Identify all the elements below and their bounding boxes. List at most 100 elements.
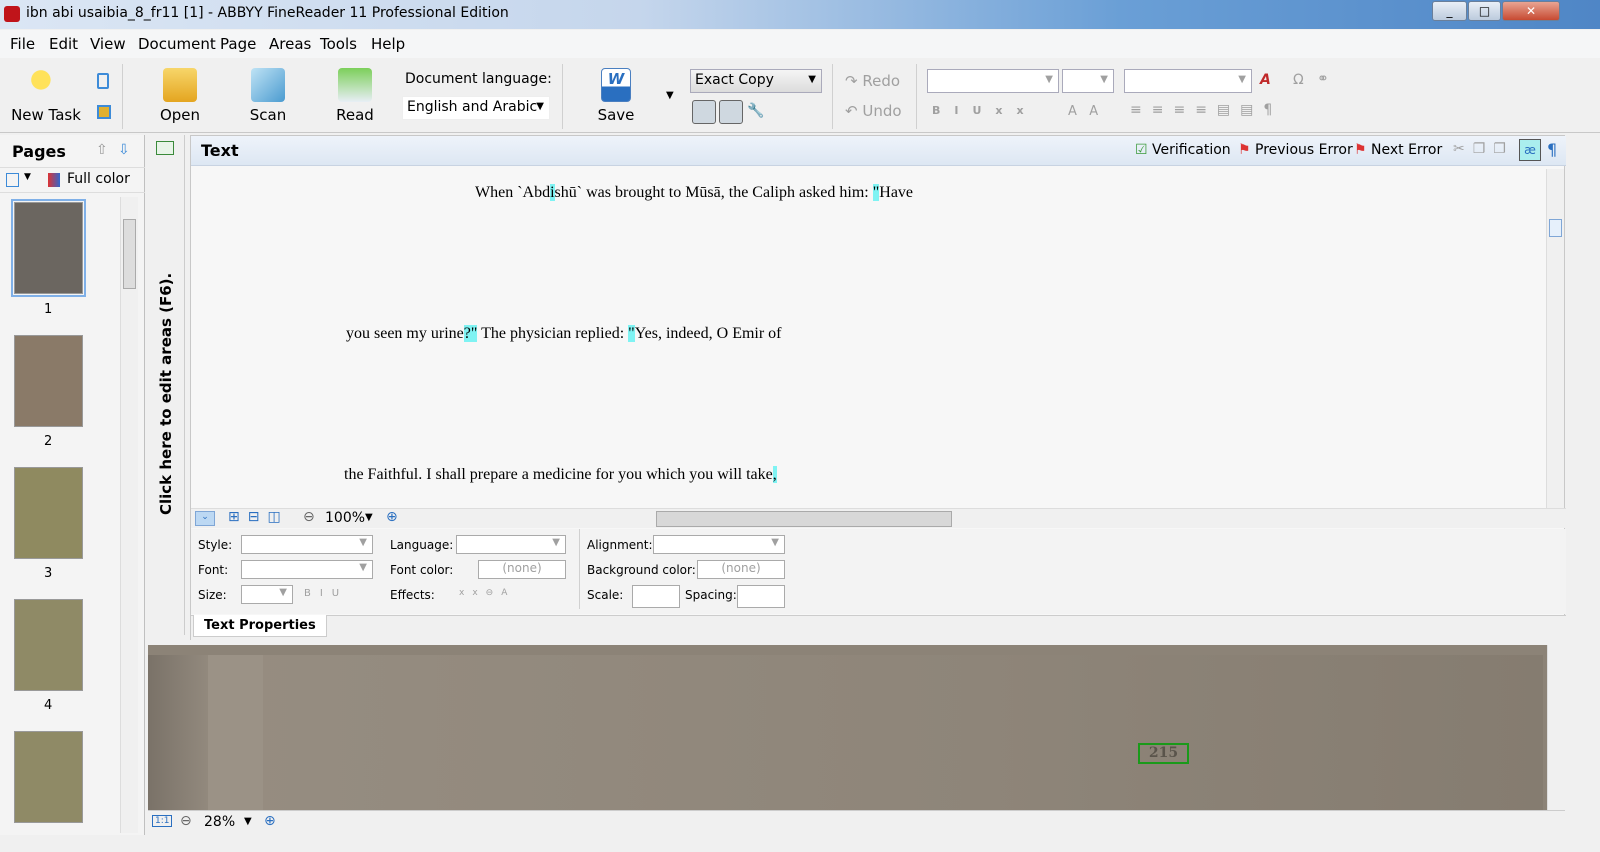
clipboard-buttons[interactable]: ✂❐❐ (1453, 141, 1514, 157)
new-page-icon[interactable] (97, 73, 109, 89)
redo-label: Redo (862, 72, 901, 90)
link-icon[interactable]: ⚭ (1317, 71, 1329, 87)
zoom-in-icon[interactable]: ⊕ (264, 813, 276, 829)
pilcrow-icon[interactable]: ¶ (1547, 140, 1557, 159)
menu-document[interactable]: Document (138, 35, 216, 53)
edit-areas-hint[interactable]: Click here to edit areas (F6). (157, 273, 175, 515)
undo-button[interactable]: ↶ Undo (845, 102, 902, 120)
move-down-icon[interactable]: ⇩ (118, 142, 130, 158)
bold-italic-underline-buttons[interactable]: BIU (304, 588, 348, 599)
scroll-thumb[interactable] (123, 219, 136, 289)
open-folder-small-icon[interactable] (97, 105, 111, 119)
background-color-field[interactable]: (none) (697, 560, 785, 579)
chevron-down-icon[interactable]: ▼ (244, 816, 252, 827)
text-line-3[interactable]: the Faithful. I shall prepare a medicine… (344, 466, 777, 484)
font-size-select[interactable]: ▼ (1062, 69, 1114, 93)
chevron-down-icon[interactable]: ▼ (24, 172, 31, 182)
actual-size-button[interactable]: 1:1 (152, 815, 173, 827)
text-vertical-scrollbar[interactable] (1546, 169, 1564, 524)
style-field[interactable]: ▼ (241, 535, 373, 554)
format-buttons[interactable]: BIUxx (932, 104, 1038, 117)
spacing-field[interactable] (737, 585, 785, 608)
zoom-level[interactable]: 100% (325, 510, 365, 526)
scale-field[interactable] (632, 585, 680, 608)
omega-icon[interactable]: Ω (1293, 72, 1304, 88)
zoom-in-icon[interactable]: ⊕ (386, 509, 398, 525)
image-mode-toggle[interactable] (692, 100, 716, 124)
next-error-button[interactable]: ⚑ Next Error (1354, 142, 1442, 158)
font-field[interactable]: ▼ (241, 560, 373, 579)
collapse-properties-button[interactable]: ⌄ (195, 511, 215, 526)
close-button[interactable]: ✕ (1502, 1, 1560, 21)
text-line-1[interactable]: When `Abdishū` was brought to Mūsā, the … (475, 184, 913, 202)
font-color-icon[interactable]: A (1260, 72, 1271, 88)
zoom-out-icon[interactable]: ⊖ (180, 813, 192, 829)
spacing-label: Spacing: (685, 588, 737, 602)
style-select[interactable]: ▼ (927, 69, 1059, 93)
horizontal-scroll-thumb[interactable] (656, 511, 952, 527)
text-segment: you seen my urine (346, 325, 464, 342)
chevron-down-icon: ▼ (1045, 74, 1053, 85)
menu-view[interactable]: View (90, 35, 126, 53)
chevron-down-icon: ▼ (1100, 74, 1108, 85)
effects-buttons[interactable]: xx⊖A (459, 588, 515, 598)
color-mode-button[interactable]: Full color (67, 171, 130, 187)
tab-text-properties[interactable]: Text Properties (193, 615, 327, 637)
image-zoom-level[interactable]: 28% (204, 814, 235, 830)
menu-tools[interactable]: Tools (320, 35, 357, 53)
page-thumbnail-1[interactable] (11, 199, 86, 297)
alignment-buttons[interactable]: ≡≡≡≡▤▤¶ (1130, 102, 1282, 118)
separator (832, 64, 833, 129)
page-thumbnail-2[interactable] (14, 335, 83, 427)
fit-buttons[interactable]: ⊞⊟◫ (228, 509, 289, 525)
save-dropdown-arrow[interactable]: ▼ (666, 90, 674, 101)
page-view-icon[interactable] (6, 173, 19, 187)
verification-button[interactable]: ☑ Verification (1135, 142, 1231, 158)
font-select[interactable]: ▼ (1124, 69, 1252, 93)
scroll-thumb[interactable] (1549, 219, 1562, 237)
new-task-button[interactable]: New Task (8, 68, 84, 124)
zoom-out-icon[interactable]: ⊖ (303, 509, 315, 525)
title-bar: ibn abi usaibia_8_fr11 [1] - ABBYY FineR… (0, 0, 1600, 29)
redo-button[interactable]: ↷ Redo (845, 72, 900, 90)
text-line-2[interactable]: you seen my urine?" The physician replie… (346, 325, 782, 343)
text-panel-title: Text (201, 141, 239, 160)
document-language-select[interactable]: English and Arabic ▼ (402, 96, 550, 120)
menu-help[interactable]: Help (371, 35, 405, 53)
alignment-field[interactable]: ▼ (653, 535, 785, 554)
edit-areas-strip[interactable]: Click here to edit areas (F6). (148, 135, 185, 635)
maximize-button[interactable]: □ (1468, 1, 1501, 21)
page-thumbnail-5[interactable] (14, 731, 83, 823)
menu-areas[interactable]: Areas (269, 35, 311, 53)
font-grow-shrink-buttons[interactable]: AA (1068, 104, 1110, 119)
move-up-icon[interactable]: ⇧ (96, 142, 108, 158)
page-thumbnail-3[interactable] (14, 467, 83, 559)
pages-scrollbar[interactable] (120, 197, 138, 833)
image-icon[interactable] (156, 141, 174, 155)
separator (562, 64, 563, 129)
language-field[interactable]: ▼ (456, 535, 566, 554)
menu-page[interactable]: Page (220, 35, 256, 53)
menu-edit[interactable]: Edit (49, 35, 78, 53)
read-document-icon (338, 68, 372, 102)
spell-check-toggle[interactable]: æ (1519, 139, 1541, 161)
text-mode-toggle[interactable] (719, 100, 743, 124)
previous-error-button[interactable]: ⚑ Previous Error (1238, 142, 1353, 158)
menu-file[interactable]: File (10, 35, 35, 53)
recognized-area[interactable]: 215 (1138, 743, 1189, 764)
read-button[interactable]: Read (327, 68, 383, 124)
font-color-field[interactable]: (none) (478, 560, 566, 579)
size-field[interactable]: ▼ (241, 585, 293, 604)
page-thumbnail-4[interactable] (14, 599, 83, 691)
minimize-button[interactable]: _ (1432, 1, 1467, 21)
save-button[interactable]: W Save (590, 68, 642, 124)
open-button[interactable]: Open (152, 68, 208, 124)
app-icon[interactable] (4, 6, 20, 22)
image-vertical-scrollbar[interactable] (1547, 645, 1565, 810)
scan-label: Scan (249, 106, 287, 124)
chevron-down-icon[interactable]: ▼ (365, 512, 373, 523)
save-mode-select[interactable]: Exact Copy ▼ (690, 69, 822, 93)
scan-button[interactable]: Scan (240, 68, 296, 124)
page-number: 4 (44, 698, 53, 713)
wrench-icon[interactable]: 🔧 (747, 103, 764, 119)
